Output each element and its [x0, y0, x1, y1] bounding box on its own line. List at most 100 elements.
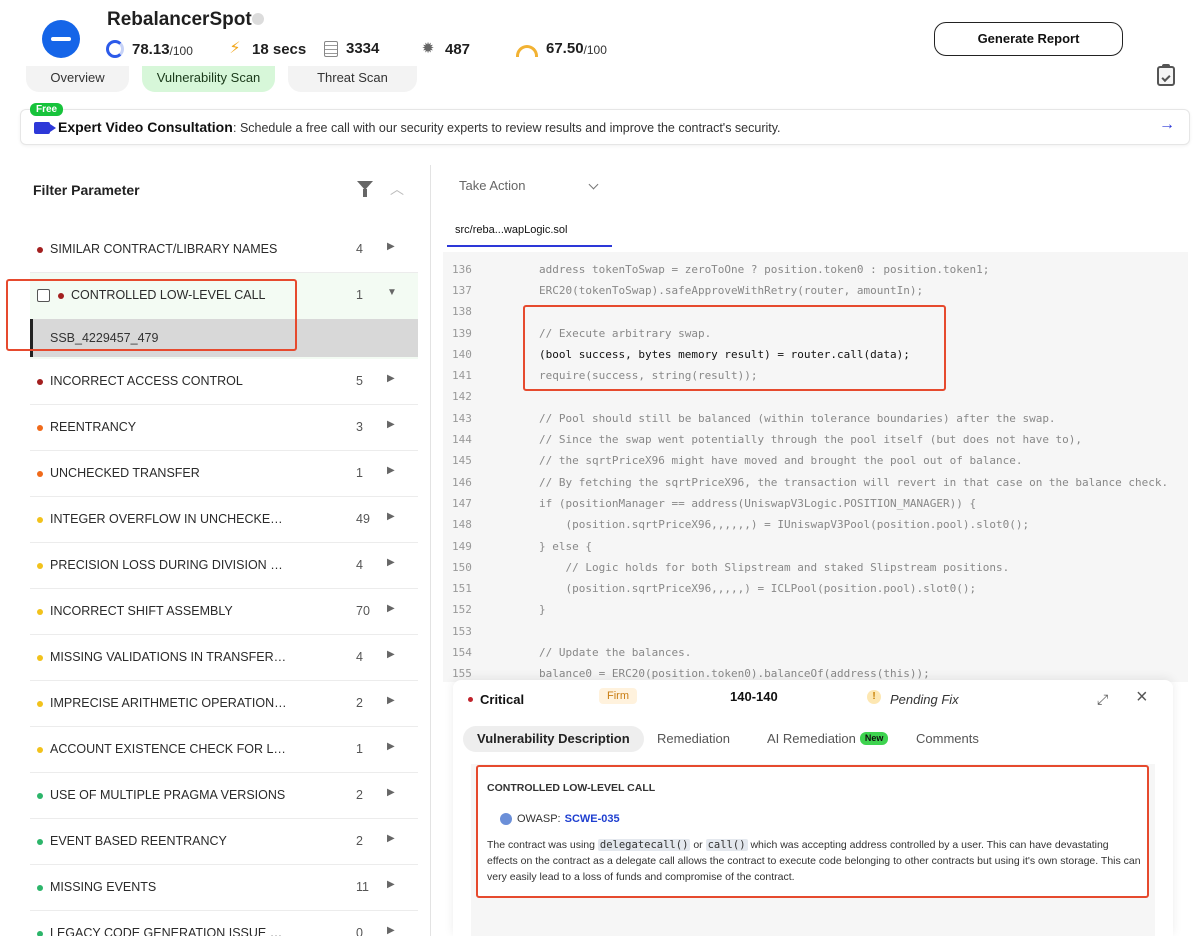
filter-item-label: ACCOUNT EXISTENCE CHECK FOR LO... [50, 742, 290, 756]
code-chip: delegatecall() [597, 839, 691, 851]
tab-overview[interactable]: Overview [26, 66, 129, 92]
detail-tabs: Vulnerability Description Remediation AI… [463, 726, 1163, 752]
lightning-icon: ⚡ [229, 40, 241, 57]
line-range: 140-140 [730, 689, 778, 704]
filter-item[interactable]: PRECISION LOSS DURING DIVISION BY... 4 ▶ [30, 543, 418, 589]
code-line: 137 ERC20(tokenToSwap).safeApproveWithRet… [443, 281, 1188, 301]
code-text: // the sqrtPriceX96 might have moved and… [539, 454, 1023, 467]
caret-right-icon[interactable]: ▶ [387, 557, 395, 568]
filter-item[interactable]: REENTRANCY 3 ▶ [30, 405, 418, 451]
filter-item[interactable]: INTEGER OVERFLOW IN UNCHECKED ... 49 ▶ [30, 497, 418, 543]
code-line: 153 [443, 622, 1188, 642]
generate-report-button[interactable]: Generate Report [934, 22, 1123, 56]
score-ring-icon [106, 40, 124, 58]
code-viewer: 136 address tokenToSwap = zeroToOne ? pos… [443, 252, 1188, 682]
owasp-id-link[interactable]: SCWE-035 [565, 813, 620, 825]
code-text: } else { [539, 540, 592, 553]
filter-item[interactable]: SIMILAR CONTRACT/LIBRARY NAMES 4 ▶ [30, 227, 418, 273]
severity-dot [37, 839, 43, 845]
code-text: if (positionManager == address(UniswapV3… [539, 497, 977, 510]
severity-dot [37, 655, 43, 661]
caret-right-icon[interactable]: ▶ [387, 879, 395, 890]
filter-item[interactable]: UNCHECKED TRANSFER 1 ▶ [30, 451, 418, 497]
severity-dot [58, 293, 64, 299]
filter-item[interactable]: USE OF MULTIPLE PRAGMA VERSIONS 2 ▶ [30, 773, 418, 819]
caret-right-icon[interactable]: ▶ [387, 741, 395, 752]
app-header: RebalancerSpot 78.13 /100 ⚡ 18 secs 3334… [0, 0, 1200, 70]
tab-comments[interactable]: Comments [902, 726, 993, 752]
line-number: 136 [452, 263, 472, 276]
security-score-stat: 78.13 /100 [106, 40, 193, 58]
filter-item-count: 2 [356, 788, 363, 802]
code-line: 145 // the sqrtPriceX96 might have moved … [443, 451, 1188, 471]
severity-dot [37, 379, 43, 385]
filter-item-expanded[interactable]: CONTROLLED LOW-LEVEL CALL 1 ▼ SSB_422945… [30, 273, 418, 359]
filter-item-count: 70 [356, 604, 370, 618]
consultation-banner[interactable]: Expert Video Consultation : Schedule a f… [20, 109, 1190, 145]
score-value: 67.50 [546, 40, 584, 57]
expand-icon[interactable]: ⤢ [1097, 691, 1108, 708]
caret-right-icon[interactable]: ▶ [387, 241, 395, 252]
code-line: 138 [443, 302, 1188, 322]
code-text: // Since the swap went potentially throu… [539, 433, 1083, 446]
filter-item[interactable]: INCORRECT ACCESS CONTROL 5 ▶ [30, 359, 418, 405]
arrow-right-icon[interactable]: → [1159, 116, 1175, 134]
filter-item[interactable]: MISSING EVENTS 11 ▶ [30, 865, 418, 911]
filter-icon[interactable] [357, 181, 373, 197]
filter-checkbox[interactable] [37, 289, 50, 302]
document-icon [324, 40, 338, 57]
filter-item[interactable]: ACCOUNT EXISTENCE CHECK FOR LO... 1 ▶ [30, 727, 418, 773]
tab-ai-remediation[interactable]: AI Remediation New [753, 726, 902, 752]
caret-right-icon[interactable]: ▶ [387, 649, 395, 660]
line-number: 153 [452, 625, 472, 638]
caret-right-icon[interactable]: ▶ [387, 925, 395, 936]
fix-status[interactable]: Pending Fix [890, 692, 959, 707]
caret-right-icon[interactable]: ▶ [387, 465, 395, 476]
filter-item[interactable]: IMPRECISE ARITHMETIC OPERATIONS ... 2 ▶ [30, 681, 418, 727]
filter-item[interactable]: MISSING VALIDATIONS IN TRANSFERH... 4 ▶ [30, 635, 418, 681]
line-number: 147 [452, 497, 472, 510]
caret-right-icon[interactable]: ▶ [387, 419, 395, 430]
take-action-dropdown[interactable]: Take Action [447, 172, 609, 200]
banner-title: Expert Video Consultation [58, 119, 233, 135]
filter-panel-title: Filter Parameter [33, 182, 140, 198]
filter-item-label: LEGACY CODE GENERATION ISSUE WI... [50, 926, 290, 936]
filter-item-label: MISSING EVENTS [50, 880, 157, 894]
file-tab[interactable]: src/reba...wapLogic.sol [447, 214, 612, 247]
chevron-up-icon[interactable]: ︿ [390, 179, 404, 199]
caret-right-icon[interactable]: ▶ [387, 787, 395, 798]
caret-down-icon[interactable]: ▼ [387, 287, 397, 298]
filter-item-label: CONTROLLED LOW-LEVEL CALL [71, 288, 266, 302]
code-line: 152} [443, 600, 1188, 620]
filter-item[interactable]: EVENT BASED REENTRANCY 2 ▶ [30, 819, 418, 865]
filter-item[interactable]: INCORRECT SHIFT ASSEMBLY 70 ▶ [30, 589, 418, 635]
code-line: 149} else { [443, 537, 1188, 557]
caret-right-icon[interactable]: ▶ [387, 373, 395, 384]
tab-vulnerability-description[interactable]: Vulnerability Description [463, 726, 644, 752]
filter-item[interactable]: LEGACY CODE GENERATION ISSUE WI... 0 ▶ [30, 911, 418, 936]
caret-right-icon[interactable]: ▶ [387, 603, 395, 614]
caret-right-icon[interactable]: ▶ [387, 695, 395, 706]
filter-item-label: INCORRECT ACCESS CONTROL [50, 374, 243, 388]
clipboard-check-icon[interactable] [1157, 64, 1175, 86]
filter-item-label: PRECISION LOSS DURING DIVISION BY... [50, 558, 290, 572]
free-badge: Free [30, 103, 64, 116]
line-number: 152 [452, 603, 472, 616]
close-icon[interactable]: × [1136, 686, 1148, 709]
code-line: 147 if (positionManager == address(Uniswa… [443, 494, 1188, 514]
vulnerability-instance-row[interactable]: SSB_4229457_479 [30, 319, 418, 357]
filter-item-label: IMPRECISE ARITHMETIC OPERATIONS ... [50, 696, 290, 710]
vulnerability-instance-id: SSB_4229457_479 [50, 331, 159, 345]
tab-threat-scan[interactable]: Threat Scan [288, 66, 417, 92]
line-number: 150 [452, 561, 472, 574]
caret-right-icon[interactable]: ▶ [387, 833, 395, 844]
line-number: 145 [452, 454, 472, 467]
line-number: 151 [452, 582, 472, 595]
tab-vulnerability-scan[interactable]: Vulnerability Scan [142, 66, 275, 92]
caret-right-icon[interactable]: ▶ [387, 511, 395, 522]
lines-stat: 3334 [324, 40, 379, 57]
code-line: 143 // Pool should still be balanced (wit… [443, 409, 1188, 429]
score-suffix: /100 [583, 43, 607, 57]
info-icon[interactable] [252, 13, 264, 25]
tab-remediation[interactable]: Remediation [643, 726, 744, 752]
